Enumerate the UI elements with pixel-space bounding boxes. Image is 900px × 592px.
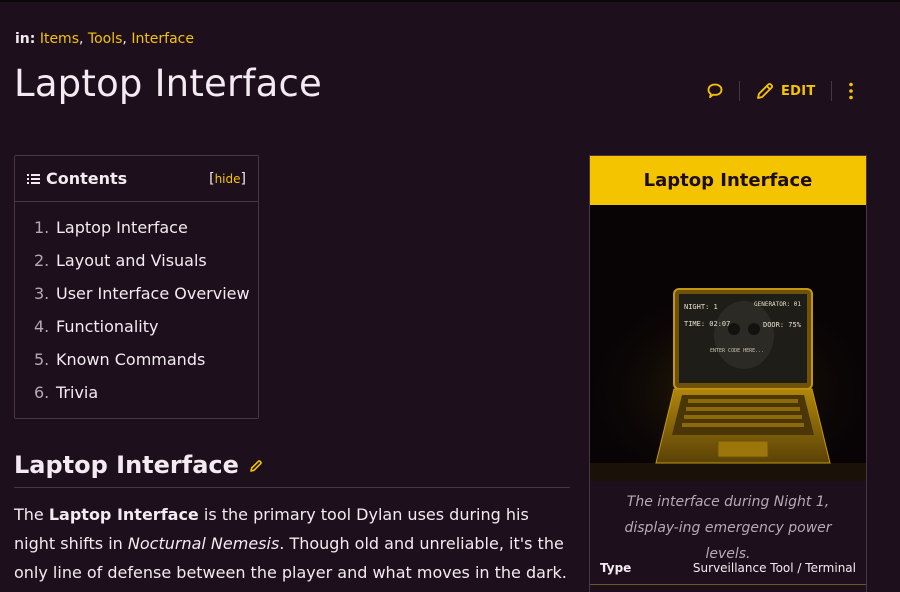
toc-item-number: 5. bbox=[34, 350, 50, 369]
toc-item[interactable]: 4. Functionality bbox=[34, 317, 258, 350]
toc-item-number: 4. bbox=[34, 317, 50, 336]
action-divider bbox=[830, 81, 832, 101]
page-title: Laptop Interface bbox=[14, 62, 323, 105]
section-heading-text: Laptop Interface bbox=[14, 451, 239, 479]
section-heading: Laptop Interface bbox=[14, 451, 570, 488]
toc-item-link[interactable]: User Interface Overview bbox=[56, 284, 250, 303]
toc-item[interactable]: 3. User Interface Overview bbox=[34, 284, 258, 317]
toc-item-number: 2. bbox=[34, 251, 50, 270]
action-divider bbox=[739, 81, 740, 101]
infobox-image[interactable]: NIGHT: 1 GENERATOR: 01 TIME: 02:07 DOOR:… bbox=[590, 205, 866, 481]
top-border bbox=[0, 0, 900, 2]
infobox-caption: The interface during Night 1, display-in… bbox=[624, 494, 832, 562]
laptop-illustration: NIGHT: 1 GENERATOR: 01 TIME: 02:07 DOOR:… bbox=[590, 205, 866, 481]
screen-time: TIME: 02:07 bbox=[684, 320, 730, 328]
toc-hide-link[interactable]: hide bbox=[215, 172, 241, 186]
infobox-label: Type bbox=[600, 560, 632, 575]
category-link-tools[interactable]: Tools bbox=[88, 31, 123, 47]
toc-item-link[interactable]: Trivia bbox=[56, 383, 98, 402]
talk-bubble-icon bbox=[707, 83, 723, 99]
screen-generator: GENERATOR: 01 bbox=[754, 301, 801, 308]
screen-door: DOOR: 75% bbox=[763, 321, 802, 329]
game-title-reference: Nocturnal Nemesis bbox=[127, 534, 280, 553]
edit-button[interactable]: EDIT bbox=[755, 81, 816, 101]
infobox-value: Surveillance Tool / Terminal bbox=[692, 560, 856, 575]
edit-label: EDIT bbox=[781, 83, 816, 99]
toc-item[interactable]: 2. Layout and Visuals bbox=[34, 251, 258, 284]
list-icon bbox=[27, 173, 40, 184]
category-link-items[interactable]: Items bbox=[40, 31, 79, 47]
kebab-menu-icon bbox=[848, 82, 853, 100]
toc-item[interactable]: 6. Trivia bbox=[34, 383, 258, 416]
intro-paragraph: The Laptop Interface is the primary tool… bbox=[14, 500, 570, 587]
category-breadcrumb: in: Items, Tools, Interface bbox=[15, 31, 194, 47]
pencil-icon bbox=[757, 83, 773, 99]
toc-item-link[interactable]: Known Commands bbox=[56, 350, 205, 369]
infobox: Laptop Interface NIGHT: 1 GENERATOR: 01 … bbox=[589, 155, 867, 592]
table-of-contents: Contents [hide] 1. Laptop Interface 2. Lay… bbox=[14, 155, 259, 419]
screen-prompt: ENTER CODE HERE... bbox=[710, 348, 764, 354]
infobox-title: Laptop Interface bbox=[590, 156, 866, 205]
toc-hide-toggle: [hide] bbox=[209, 170, 246, 187]
toc-item-number: 3. bbox=[34, 284, 50, 303]
toc-title: Contents bbox=[46, 169, 128, 188]
category-prefix: in: bbox=[15, 31, 36, 47]
toc-item-number: 1. bbox=[34, 218, 50, 237]
toc-item-link[interactable]: Functionality bbox=[56, 317, 159, 336]
toc-item-link[interactable]: Layout and Visuals bbox=[56, 251, 207, 270]
category-link-interface[interactable]: Interface bbox=[131, 31, 194, 47]
talk-button[interactable] bbox=[706, 82, 724, 100]
toc-list: 1. Laptop Interface 2. Layout and Visuals … bbox=[15, 202, 258, 416]
intro-text: The bbox=[14, 505, 49, 524]
more-options-button[interactable] bbox=[847, 81, 855, 101]
section-edit-pencil-icon[interactable] bbox=[249, 459, 263, 473]
intro-bold-term: Laptop Interface bbox=[48, 505, 199, 524]
toc-header: Contents [hide] bbox=[15, 156, 258, 202]
toc-item-number: 6. bbox=[34, 383, 50, 402]
toc-item-link[interactable]: Laptop Interface bbox=[56, 218, 188, 237]
toc-item[interactable]: 1. Laptop Interface bbox=[34, 218, 258, 251]
page-actions: EDIT bbox=[706, 78, 855, 104]
screen-night: NIGHT: 1 bbox=[684, 303, 718, 311]
toc-item[interactable]: 5. Known Commands bbox=[34, 350, 258, 383]
